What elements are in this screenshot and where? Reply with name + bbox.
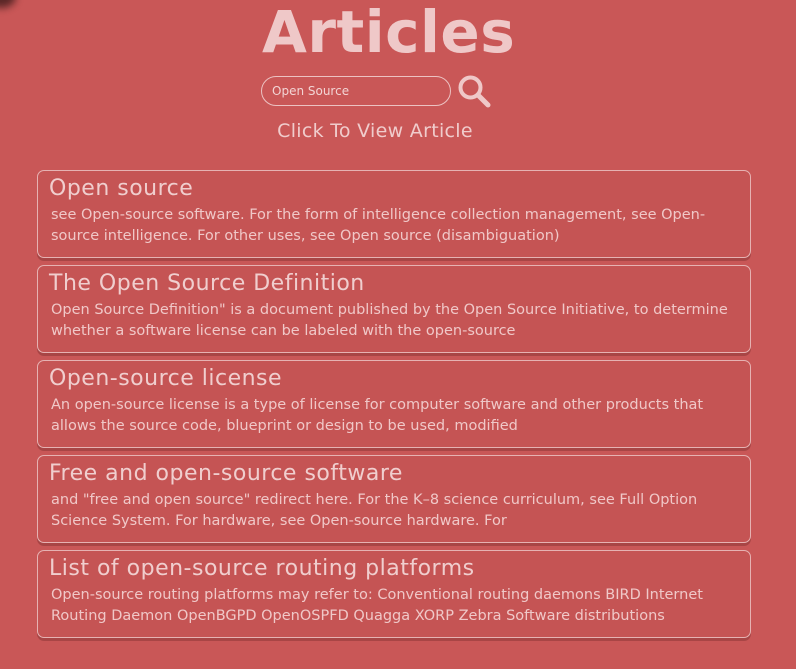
search-input[interactable]: [261, 76, 451, 106]
page-subtitle: Click To View Article: [277, 120, 473, 142]
page-title: Articles: [262, 0, 516, 66]
article-card[interactable]: The Open Source Definition Open Source D…: [37, 265, 751, 353]
results-list: Open source see Open-source software. Fo…: [37, 170, 751, 645]
article-snippet: Open-source routing platforms may refer …: [51, 587, 703, 624]
article-title: Free and open-source software: [49, 461, 403, 486]
search-icon: [458, 75, 491, 108]
article-card[interactable]: List of open-source routing platforms Op…: [37, 550, 751, 638]
article-snippet: Open Source Definition" is a document pu…: [51, 302, 728, 339]
article-title: The Open Source Definition: [49, 271, 365, 296]
search-bar: [261, 73, 492, 109]
article-title: Open-source license: [49, 366, 283, 391]
article-snippet: and "free and open source" redirect here…: [51, 492, 698, 529]
article-title: Open source: [49, 176, 194, 201]
search-button[interactable]: [456, 73, 492, 109]
article-snippet: An open-source license is a type of lice…: [51, 397, 704, 434]
article-snippet: see Open-source software. For the form o…: [51, 207, 706, 244]
article-card[interactable]: Open-source license An open-source licen…: [37, 360, 751, 448]
article-title: List of open-source routing platforms: [49, 556, 475, 581]
article-card[interactable]: Free and open-source software and "free …: [37, 455, 751, 543]
article-card[interactable]: Open source see Open-source software. Fo…: [37, 170, 751, 258]
corner-shadow: [0, 0, 16, 8]
